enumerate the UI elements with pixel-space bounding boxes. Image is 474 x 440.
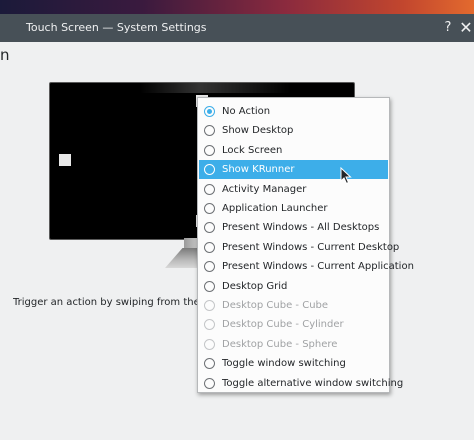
help-icon[interactable]: ?	[441, 19, 455, 37]
screen-gloss	[140, 83, 290, 93]
menu-item[interactable]: Activity Manager	[199, 180, 388, 199]
menu-item: Desktop Cube - Cube	[199, 296, 388, 315]
menu-item-label: Desktop Cube - Cube	[222, 300, 329, 311]
menu-item-label: Desktop Grid	[222, 280, 288, 292]
menu-item[interactable]: Present Windows - Current Desktop	[199, 238, 399, 257]
menu-item[interactable]: Toggle alternative window switching	[199, 374, 403, 393]
radio-button[interactable]	[204, 222, 215, 234]
radio-button[interactable]	[204, 125, 215, 137]
left-edge-handle[interactable]	[59, 154, 71, 166]
menu-item-label: No Action	[222, 106, 271, 117]
title-bar[interactable]: Touch Screen — System Settings ? ✕	[0, 14, 474, 42]
description-text: Trigger an action by swiping from the sc…	[13, 297, 198, 308]
mouse-cursor-icon	[340, 167, 352, 185]
menu-item[interactable]: Present Windows - All Desktops	[199, 218, 388, 237]
menu-item[interactable]: Lock Screen	[199, 141, 388, 160]
radio-button[interactable]	[204, 106, 215, 117]
radio-button[interactable]	[204, 241, 215, 253]
menu-item[interactable]: Desktop Grid	[199, 277, 388, 296]
radio-button[interactable]	[204, 377, 215, 389]
menu-item-label: Present Windows - All Desktops	[222, 222, 380, 234]
menu-item[interactable]: Application Launcher	[199, 199, 388, 218]
menu-item-label: Toggle alternative window switching	[222, 377, 404, 389]
edge-action-dropdown[interactable]: No Action Show Desktop Lock Screen Show KRu…	[197, 97, 414, 393]
menu-item-label: Application Launcher	[222, 203, 328, 214]
menu-item-label: Present Windows - Current Application	[222, 261, 414, 273]
menu-item[interactable]: Toggle window switching	[199, 354, 388, 373]
radio-button[interactable]	[204, 280, 215, 292]
menu-item-label: Activity Manager	[222, 183, 307, 195]
radio-button[interactable]	[204, 203, 215, 214]
radio-button[interactable]	[204, 358, 215, 370]
radio-button	[204, 300, 215, 311]
radio-button[interactable]	[204, 144, 215, 156]
radio-button[interactable]	[204, 164, 215, 176]
menu-item: Desktop Cube - Sphere	[199, 335, 388, 354]
window-title: Touch Screen — System Settings	[26, 21, 207, 34]
radio-button[interactable]	[204, 183, 215, 195]
menu-item[interactable]: Show KRunner	[199, 160, 388, 180]
radio-dot	[207, 109, 212, 114]
menu-item[interactable]: Show Desktop	[199, 121, 388, 140]
menu-item-label: Show KRunner	[222, 164, 295, 176]
menu-item-label: Show Desktop	[222, 125, 294, 137]
menu-item: Desktop Cube - Cylinder	[199, 315, 388, 334]
radio-button[interactable]	[204, 261, 215, 273]
menu-item-label: Desktop Cube - Cylinder	[222, 319, 344, 331]
radio-button	[204, 319, 215, 331]
menu-item-label: Desktop Cube - Sphere	[222, 338, 338, 350]
menu-item-label: Toggle window switching	[222, 358, 346, 370]
radio-button	[204, 338, 215, 350]
menu-item-label: Present Windows - Current Desktop	[222, 241, 400, 253]
menu-item[interactable]: No Action	[199, 102, 388, 121]
close-icon[interactable]: ✕	[459, 17, 473, 39]
menu-item[interactable]: Present Windows - Current Application	[199, 257, 414, 276]
page-title: n	[0, 46, 10, 64]
menu-item-label: Lock Screen	[222, 144, 283, 156]
